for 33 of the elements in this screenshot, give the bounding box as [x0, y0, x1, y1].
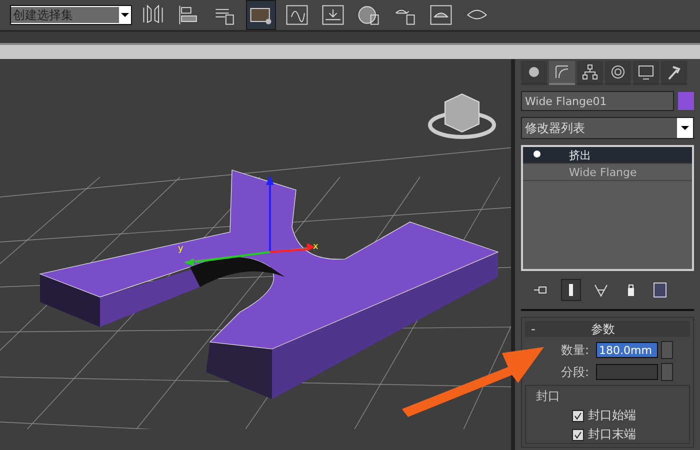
number-field[interactable]	[596, 364, 658, 380]
checkbox[interactable]	[572, 410, 584, 422]
field-label: 分段:	[561, 364, 590, 380]
bar-icon	[569, 284, 573, 296]
panel-tab[interactable]	[521, 61, 547, 85]
rings-icon	[609, 63, 627, 81]
checkbox[interactable]	[572, 428, 584, 440]
selection-set-dropdown[interactable]: 创建选择集	[10, 5, 132, 25]
hierarchy-icon	[581, 63, 599, 81]
panel-tab[interactable]	[605, 61, 631, 85]
object-name-field[interactable]: Wide Flange01	[521, 91, 674, 111]
checkbox-label: 封口末端	[588, 426, 636, 443]
rollout-header[interactable]: - 参数	[525, 321, 690, 337]
group-title: 封口	[536, 388, 561, 405]
modifier-list-dropdown[interactable]: 修改器列表	[521, 117, 694, 139]
panel-tab[interactable]	[577, 61, 603, 85]
panel-tab[interactable]	[661, 61, 687, 85]
stack-tool-button[interactable]	[561, 279, 581, 301]
panel-tab[interactable]	[633, 61, 659, 85]
check-icon	[574, 430, 582, 438]
dropdown-arrow-icon	[680, 123, 690, 133]
field-label: 数量:	[561, 342, 590, 358]
modifier-stack-item[interactable]: Wide Flange	[523, 164, 692, 181]
check-icon	[574, 412, 582, 420]
monitor-icon	[637, 63, 655, 81]
number-field[interactable]: 180.0mm	[596, 342, 658, 358]
viewport-scene-drawing: y x	[0, 59, 511, 429]
modifier-stack-item[interactable]: 挤出	[523, 147, 692, 164]
panel-tab[interactable]	[549, 61, 575, 85]
checkbox-label: 封口始端	[588, 407, 636, 424]
toolbar-button[interactable]	[246, 0, 276, 30]
object-color-swatch[interactable]	[678, 92, 694, 110]
curve-icon	[553, 63, 571, 81]
